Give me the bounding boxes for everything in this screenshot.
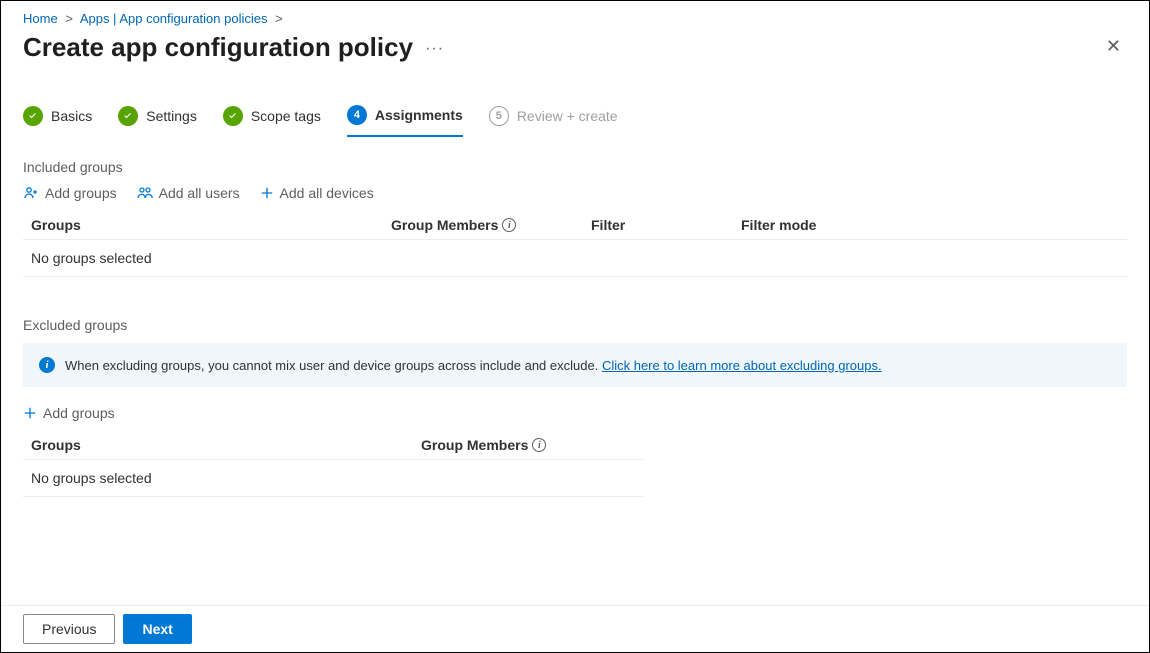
add-all-users-label: Add all users xyxy=(159,185,240,201)
empty-row-text: No groups selected xyxy=(31,470,421,486)
users-icon xyxy=(137,185,153,201)
page-title: Create app configuration policy xyxy=(23,32,413,63)
info-icon[interactable]: i xyxy=(532,438,546,452)
empty-row-text: No groups selected xyxy=(31,250,391,266)
excluded-info-banner: i When excluding groups, you cannot mix … xyxy=(23,343,1127,387)
col-group-members: Group Membersi xyxy=(391,217,591,233)
breadcrumb: Home > Apps | App configuration policies… xyxy=(23,11,1127,26)
excluded-add-groups-label: Add groups xyxy=(43,405,115,421)
check-icon xyxy=(223,106,243,126)
step-label: Review + create xyxy=(517,108,618,124)
add-user-icon xyxy=(23,185,39,201)
col-groups: Groups xyxy=(31,217,391,233)
more-menu-icon[interactable]: ··· xyxy=(425,40,444,58)
col-filter-mode: Filter mode xyxy=(741,217,1119,233)
add-all-devices-button[interactable]: Add all devices xyxy=(260,185,374,201)
col-group-members: Group Membersi xyxy=(421,437,635,453)
breadcrumb-home[interactable]: Home xyxy=(23,11,58,26)
col-groups: Groups xyxy=(31,437,421,453)
check-icon xyxy=(118,106,138,126)
banner-text: When excluding groups, you cannot mix us… xyxy=(65,358,602,373)
info-icon[interactable]: i xyxy=(502,218,516,232)
included-toolbar: Add groups Add all users Add all devices xyxy=(23,185,1127,201)
step-scope-tags[interactable]: Scope tags xyxy=(223,105,321,137)
step-label: Settings xyxy=(146,108,197,124)
table-row: No groups selected xyxy=(23,460,643,497)
next-button[interactable]: Next xyxy=(123,614,191,644)
plus-icon xyxy=(23,406,37,420)
close-icon[interactable]: ✕ xyxy=(1100,30,1127,63)
excluded-groups-title: Excluded groups xyxy=(23,317,1127,333)
add-groups-label: Add groups xyxy=(45,185,117,201)
included-groups-table: Groups Group Membersi Filter Filter mode… xyxy=(23,211,1127,277)
add-all-devices-label: Add all devices xyxy=(280,185,374,201)
step-basics[interactable]: Basics xyxy=(23,105,92,137)
step-number-icon: 5 xyxy=(489,106,509,126)
excluded-groups-table: Groups Group Membersi No groups selected xyxy=(23,431,643,497)
breadcrumb-apps[interactable]: Apps | App configuration policies xyxy=(80,11,268,26)
breadcrumb-sep: > xyxy=(65,11,73,26)
excluded-toolbar: Add groups xyxy=(23,405,1127,421)
step-number-icon: 4 xyxy=(347,105,367,125)
step-label: Scope tags xyxy=(251,108,321,124)
add-all-users-button[interactable]: Add all users xyxy=(137,185,240,201)
breadcrumb-sep: > xyxy=(275,11,283,26)
wizard-footer: Previous Next xyxy=(1,605,1149,652)
add-groups-button[interactable]: Add groups xyxy=(23,185,117,201)
excluded-add-groups-button[interactable]: Add groups xyxy=(23,405,115,421)
step-label: Assignments xyxy=(375,107,463,123)
step-settings[interactable]: Settings xyxy=(118,105,197,137)
step-label: Basics xyxy=(51,108,92,124)
table-row: No groups selected xyxy=(23,240,1127,277)
step-assignments[interactable]: 4 Assignments xyxy=(347,105,463,137)
info-icon: i xyxy=(39,357,55,373)
col-filter: Filter xyxy=(591,217,741,233)
step-review-create[interactable]: 5 Review + create xyxy=(489,105,618,137)
previous-button[interactable]: Previous xyxy=(23,614,115,644)
check-icon xyxy=(23,106,43,126)
plus-icon xyxy=(260,186,274,200)
banner-link[interactable]: Click here to learn more about excluding… xyxy=(602,358,882,373)
included-groups-title: Included groups xyxy=(23,159,1127,175)
wizard-steps: Basics Settings Scope tags 4 Assignments… xyxy=(23,105,1127,137)
